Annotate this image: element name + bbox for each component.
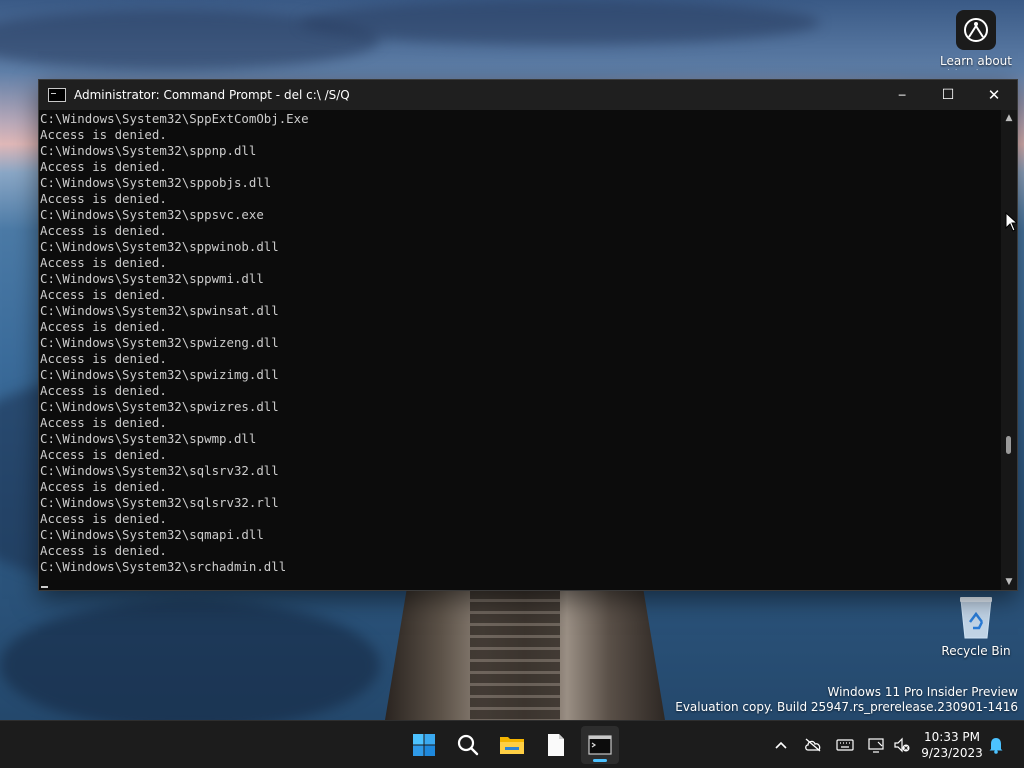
- console-line: Access is denied.: [40, 319, 167, 334]
- scroll-thumb[interactable]: [1006, 435, 1011, 454]
- close-button[interactable]: ✕: [971, 80, 1017, 110]
- console-line: Access is denied.: [40, 479, 167, 494]
- minimize-button[interactable]: ─: [879, 80, 925, 110]
- command-prompt-icon: [588, 735, 612, 755]
- vertical-scrollbar[interactable]: ▲ ▼: [1001, 110, 1017, 590]
- clock-time: 10:33 PM: [924, 730, 980, 744]
- console-line: Access is denied.: [40, 415, 167, 430]
- command-prompt-window[interactable]: Administrator: Command Prompt - del c:\ …: [38, 79, 1018, 591]
- console-line: Access is denied.: [40, 351, 167, 366]
- console-line: C:\Windows\System32\sppwinob.dll: [40, 239, 279, 254]
- minimize-icon: ─: [898, 88, 906, 102]
- console-line: Access is denied.: [40, 287, 167, 302]
- maximize-icon: ☐: [941, 87, 955, 103]
- recycle-bin-desktop-icon[interactable]: Recycle Bin: [938, 594, 1014, 658]
- console-line: C:\Windows\System32\sqlsrv32.rll: [40, 495, 279, 510]
- console-line: Access is denied.: [40, 447, 167, 462]
- console-line: C:\Windows\System32\sppsvc.exe: [40, 207, 264, 222]
- console-output[interactable]: C:\Windows\System32\SppExtComObj.Exe Acce…: [39, 110, 1001, 590]
- window-title: Administrator: Command Prompt - del c:\ …: [74, 88, 350, 102]
- onedrive-offline-icon[interactable]: [803, 736, 823, 754]
- keyboard-icon[interactable]: [835, 736, 855, 754]
- watermark-edition: Windows 11 Pro Insider Preview: [827, 685, 1018, 699]
- volume-muted-icon[interactable]: [892, 736, 912, 754]
- console-line: Access is denied.: [40, 191, 167, 206]
- console-line: Access is denied.: [40, 127, 167, 142]
- scroll-up-icon[interactable]: ▲: [1001, 110, 1017, 126]
- console-line: C:\Windows\System32\sppnp.dll: [40, 143, 257, 158]
- search-icon: [457, 734, 479, 756]
- notepad-icon: [548, 734, 564, 756]
- search-button[interactable]: [449, 726, 487, 764]
- console-line: C:\Windows\System32\sppobjs.dll: [40, 175, 272, 190]
- console-line: C:\Windows\System32\SppExtComObj.Exe: [40, 111, 309, 126]
- watermark-build: Evaluation copy. Build 25947.rs_prerelea…: [675, 700, 1018, 714]
- console-line: Access is denied.: [40, 543, 167, 558]
- file-explorer-icon: [500, 737, 524, 754]
- learn-about-picture-desktop-icon[interactable]: Learn about this picture: [940, 10, 1012, 70]
- taskbar: 10:33 PM 9/23/2023: [0, 720, 1024, 768]
- pier-steps-image: [470, 590, 560, 720]
- console-line: Access is denied.: [40, 255, 167, 270]
- console-line: C:\Windows\System32\spwizeng.dll: [40, 335, 279, 350]
- console-line: Access is denied.: [40, 159, 167, 174]
- console-line: Access is denied.: [40, 511, 167, 526]
- windows-start-icon: [413, 734, 435, 756]
- console-line: C:\Windows\System32\spwinsat.dll: [40, 303, 279, 318]
- text-cursor: [41, 586, 48, 588]
- active-app-indicator: [593, 759, 607, 762]
- console-line: C:\Windows\System32\sqmapi.dll: [40, 527, 264, 542]
- start-button[interactable]: [405, 726, 443, 764]
- console-line: C:\Windows\System32\spwizimg.dll: [40, 367, 279, 382]
- evaluation-watermark: Windows 11 Pro Insider Preview Evaluatio…: [675, 685, 1018, 715]
- scroll-down-icon[interactable]: ▼: [1001, 574, 1017, 590]
- close-icon: ✕: [987, 86, 1001, 104]
- learn-about-picture-label: Learn about this picture: [940, 54, 1012, 70]
- recycle-bin-label: Recycle Bin: [941, 644, 1011, 658]
- file-explorer-button[interactable]: [493, 726, 531, 764]
- notification-bell-icon[interactable]: [986, 736, 1006, 754]
- recycle-bin-icon: [956, 594, 996, 640]
- notepad-button[interactable]: [537, 726, 575, 764]
- chevron-up-icon[interactable]: [771, 736, 791, 754]
- network-icon[interactable]: [866, 736, 886, 754]
- command-prompt-icon: [48, 88, 66, 102]
- camera-info-icon: [956, 10, 996, 50]
- window-titlebar[interactable]: Administrator: Command Prompt - del c:\ …: [39, 80, 1017, 110]
- command-prompt-taskbar-button[interactable]: [581, 726, 619, 764]
- console-line: C:\Windows\System32\srchadmin.dll: [40, 559, 287, 574]
- console-line: Access is denied.: [40, 223, 167, 238]
- console-line: C:\Windows\System32\spwmp.dll: [40, 431, 257, 446]
- console-line: Access is denied.: [40, 383, 167, 398]
- console-line: C:\Windows\System32\sqlsrv32.dll: [40, 463, 279, 478]
- mouse-pointer-icon: [1005, 212, 1017, 232]
- taskbar-clock[interactable]: 10:33 PM 9/23/2023: [920, 729, 984, 761]
- console-line: C:\Windows\System32\spwizres.dll: [40, 399, 279, 414]
- maximize-button[interactable]: ☐: [925, 80, 971, 110]
- clock-date: 9/23/2023: [921, 746, 983, 760]
- console-line: C:\Windows\System32\sppwmi.dll: [40, 271, 264, 286]
